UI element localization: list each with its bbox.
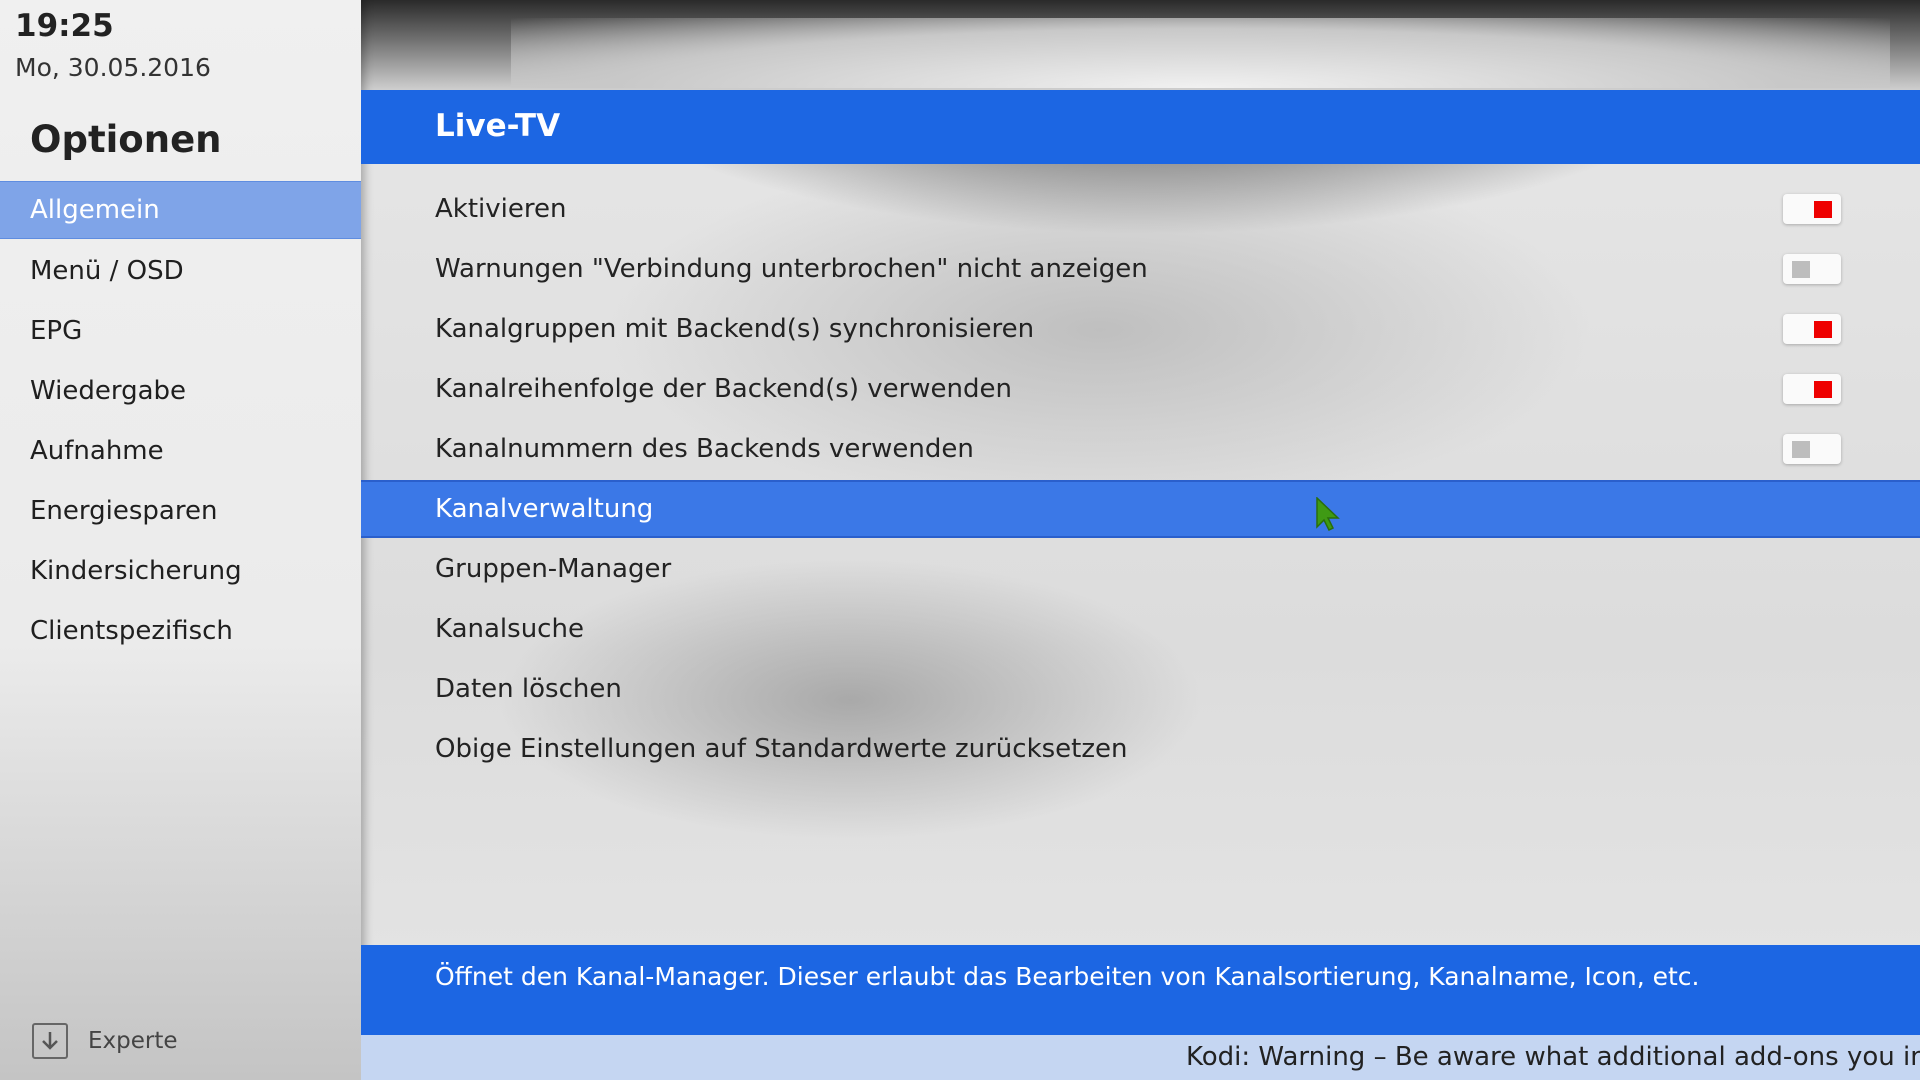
setting-label: Obige Einstellungen auf Standardwerte zu… bbox=[435, 734, 1128, 764]
toggle-knob bbox=[1814, 321, 1832, 338]
sidebar-item-kindersicherung[interactable]: Kindersicherung bbox=[0, 543, 361, 599]
notification-ticker: Kodi: Warning – Be aware what additional… bbox=[361, 1035, 1920, 1080]
setting-kanalsuche[interactable]: Kanalsuche bbox=[361, 600, 1920, 658]
setting-label: Kanalsuche bbox=[435, 614, 584, 644]
setting-kanalgruppen-sync[interactable]: Kanalgruppen mit Backend(s) synchronisie… bbox=[361, 300, 1920, 358]
settings-level-button[interactable]: Experte bbox=[32, 1023, 178, 1059]
background-disk-image bbox=[361, 0, 1920, 90]
toggle-knob bbox=[1814, 201, 1832, 218]
setting-label: Kanalverwaltung bbox=[435, 494, 654, 524]
setting-kanalverwaltung[interactable]: Kanalverwaltung bbox=[361, 480, 1920, 538]
toggle-knob bbox=[1814, 381, 1832, 398]
page-header: Live-TV bbox=[361, 90, 1920, 164]
sidebar-item-aufnahme[interactable]: Aufnahme bbox=[0, 423, 361, 479]
date: Mo, 30.05.2016 bbox=[15, 53, 211, 82]
setting-label: Kanalreihenfolge der Backend(s) verwende… bbox=[435, 374, 1013, 404]
setting-label: Aktivieren bbox=[435, 194, 567, 224]
mouse-pointer-icon bbox=[1316, 497, 1340, 531]
setting-aktivieren[interactable]: Aktivieren bbox=[361, 180, 1920, 238]
sidebar: 19:25 Mo, 30.05.2016 Optionen Allgemein … bbox=[0, 0, 361, 1080]
description-panel: Öffnet den Kanal-Manager. Dieser erlaubt… bbox=[361, 945, 1920, 1035]
toggle-kanalgruppen-sync[interactable] bbox=[1783, 314, 1841, 344]
setting-daten-loeschen[interactable]: Daten löschen bbox=[361, 660, 1920, 718]
toggle-aktivieren[interactable] bbox=[1783, 194, 1841, 224]
setting-label: Kanalgruppen mit Backend(s) synchronisie… bbox=[435, 314, 1035, 344]
setting-label: Warnungen "Verbindung unterbrochen" nich… bbox=[435, 254, 1148, 284]
ticker-text: Kodi: Warning – Be aware what additional… bbox=[1186, 1042, 1920, 1072]
page-title: Live-TV bbox=[435, 108, 561, 144]
setting-kanalnummern[interactable]: Kanalnummern des Backends verwenden bbox=[361, 420, 1920, 478]
sidebar-item-epg[interactable]: EPG bbox=[0, 303, 361, 359]
toggle-knob bbox=[1792, 441, 1810, 458]
sidebar-item-allgemein[interactable]: Allgemein bbox=[0, 181, 361, 239]
arrow-down-icon bbox=[32, 1023, 68, 1059]
section-title: Optionen bbox=[30, 118, 222, 161]
setting-label: Gruppen-Manager bbox=[435, 554, 672, 584]
toggle-knob bbox=[1792, 261, 1810, 278]
toggle-kanalnummern[interactable] bbox=[1783, 434, 1841, 464]
toggle-kanalreihenfolge[interactable] bbox=[1783, 374, 1841, 404]
setting-label: Daten löschen bbox=[435, 674, 622, 704]
sidebar-item-energiesparen[interactable]: Energiesparen bbox=[0, 483, 361, 539]
toggle-warnungen[interactable] bbox=[1783, 254, 1841, 284]
description-text: Öffnet den Kanal-Manager. Dieser erlaubt… bbox=[435, 962, 1700, 991]
settings-list: Aktivieren Warnungen "Verbindung unterbr… bbox=[361, 180, 1920, 780]
sidebar-item-clientspezifisch[interactable]: Clientspezifisch bbox=[0, 603, 361, 659]
sidebar-item-menu-osd[interactable]: Menü / OSD bbox=[0, 243, 361, 299]
setting-kanalreihenfolge[interactable]: Kanalreihenfolge der Backend(s) verwende… bbox=[361, 360, 1920, 418]
category-list: Allgemein Menü / OSD EPG Wiedergabe Aufn… bbox=[0, 181, 361, 663]
setting-warnungen[interactable]: Warnungen "Verbindung unterbrochen" nich… bbox=[361, 240, 1920, 298]
clock: 19:25 bbox=[15, 8, 114, 44]
settings-level-label: Experte bbox=[88, 1028, 178, 1054]
setting-reset-defaults[interactable]: Obige Einstellungen auf Standardwerte zu… bbox=[361, 720, 1920, 778]
setting-label: Kanalnummern des Backends verwenden bbox=[435, 434, 974, 464]
sidebar-item-wiedergabe[interactable]: Wiedergabe bbox=[0, 363, 361, 419]
setting-gruppen-manager[interactable]: Gruppen-Manager bbox=[361, 540, 1920, 598]
